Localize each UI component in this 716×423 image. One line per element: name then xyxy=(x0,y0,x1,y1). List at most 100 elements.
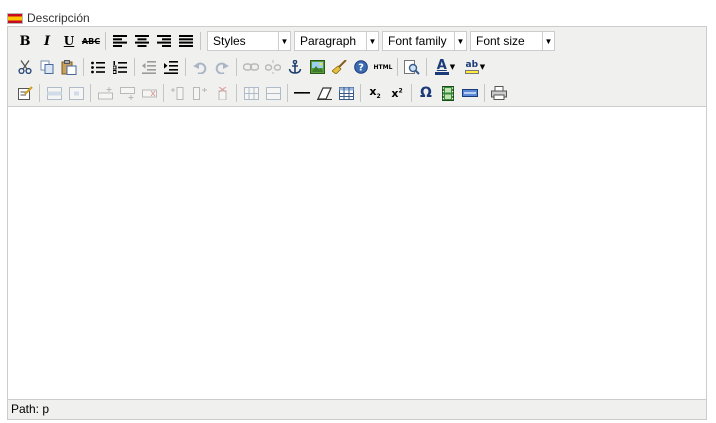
cut-button[interactable] xyxy=(15,57,35,77)
styles-select[interactable]: Styles ▼ xyxy=(207,31,291,51)
horizontal-rule-button[interactable] xyxy=(292,83,312,103)
preview-icon xyxy=(404,59,420,75)
insert-col-before-button[interactable] xyxy=(168,83,188,103)
subscript-button[interactable]: x2 xyxy=(365,83,385,103)
table-icon xyxy=(338,86,354,100)
spain-flag-icon xyxy=(7,12,23,24)
toolbar-separator xyxy=(236,84,237,102)
insert-row-after-button[interactable] xyxy=(117,83,137,103)
toolbar-separator xyxy=(411,84,412,102)
highlight-color-icon: ab xyxy=(464,60,479,74)
anchor-button[interactable] xyxy=(285,57,305,77)
font-color-button[interactable]: A ▼ xyxy=(431,57,459,77)
rich-text-editor: B I U ABC Styles ▼ Paragraph ▼ Font fami… xyxy=(7,26,707,420)
undo-icon xyxy=(193,62,207,74)
align-justify-icon xyxy=(179,35,193,47)
redo-button[interactable] xyxy=(212,57,232,77)
chevron-down-icon: ▼ xyxy=(449,63,456,71)
split-cells-button[interactable] xyxy=(241,83,261,103)
numbered-list-button[interactable] xyxy=(110,57,130,77)
format-select[interactable]: Paragraph ▼ xyxy=(294,31,379,51)
table-cell-icon xyxy=(68,86,84,100)
align-left-button[interactable] xyxy=(110,31,130,51)
align-justify-button[interactable] xyxy=(176,31,196,51)
toolbar-separator xyxy=(397,58,398,76)
field-label: Descripción xyxy=(7,10,90,26)
delete-col-button[interactable] xyxy=(212,83,232,103)
html-source-button[interactable]: HTML xyxy=(373,57,393,77)
undo-button[interactable] xyxy=(190,57,210,77)
insert-col-after-button[interactable] xyxy=(190,83,210,103)
help-button[interactable]: ? xyxy=(351,57,371,77)
link-button[interactable] xyxy=(241,57,261,77)
align-left-icon xyxy=(113,35,127,47)
field-label-text: Descripción xyxy=(27,11,90,25)
row-after-icon xyxy=(119,86,135,100)
split-cells-icon xyxy=(243,86,259,100)
copy-button[interactable] xyxy=(37,57,57,77)
help-icon: ? xyxy=(354,60,368,74)
remove-format-button[interactable] xyxy=(314,83,334,103)
insert-table-button[interactable] xyxy=(336,83,356,103)
superscript-button[interactable]: x2 xyxy=(387,83,407,103)
preview-button[interactable] xyxy=(402,57,422,77)
align-center-icon xyxy=(135,35,149,47)
edit-button[interactable] xyxy=(15,83,35,103)
copy-icon xyxy=(40,60,54,74)
font-size-select-value: Font size xyxy=(476,34,525,48)
font-family-select-value: Font family xyxy=(388,34,447,48)
delete-col-icon xyxy=(218,86,226,100)
chevron-down-icon: ▼ xyxy=(454,32,466,50)
underline-button[interactable]: U xyxy=(59,31,79,51)
col-after-icon xyxy=(192,86,207,100)
indent-button[interactable] xyxy=(161,57,181,77)
bold-button[interactable]: B xyxy=(15,31,35,51)
cleanup-button[interactable] xyxy=(329,57,349,77)
merge-cells-button[interactable] xyxy=(263,83,283,103)
special-char-button[interactable]: Ω xyxy=(416,83,436,103)
eraser-icon xyxy=(316,86,332,100)
align-right-button[interactable] xyxy=(154,31,174,51)
toolbar-separator xyxy=(83,58,84,76)
insert-row-before-button[interactable] xyxy=(95,83,115,103)
chevron-down-icon: ▼ xyxy=(479,63,486,71)
toolbar-separator xyxy=(484,84,485,102)
editor-content-area[interactable] xyxy=(8,106,706,400)
status-bar: Path: p xyxy=(8,399,709,419)
image-button[interactable] xyxy=(307,57,327,77)
edit-icon xyxy=(17,86,33,100)
table-row-props-button[interactable] xyxy=(44,83,64,103)
chevron-down-icon: ▼ xyxy=(366,32,378,50)
font-size-select[interactable]: Font size ▼ xyxy=(470,31,555,51)
pagebreak-button[interactable] xyxy=(460,83,480,103)
numbered-list-icon xyxy=(113,60,127,74)
delete-row-button[interactable] xyxy=(139,83,159,103)
subscript-icon: x2 xyxy=(369,85,381,101)
media-button[interactable] xyxy=(438,83,458,103)
outdent-button[interactable] xyxy=(139,57,159,77)
unlink-icon xyxy=(265,60,281,74)
font-family-select[interactable]: Font family ▼ xyxy=(382,31,467,51)
anchor-icon xyxy=(288,60,302,74)
bullet-list-button[interactable] xyxy=(88,57,108,77)
toolbar-row-3: x2 x2 Ω xyxy=(8,80,510,106)
highlight-color-button[interactable]: ab ▼ xyxy=(461,57,489,77)
chevron-down-icon: ▼ xyxy=(542,32,554,50)
strikethrough-button[interactable]: ABC xyxy=(81,31,101,51)
omega-icon: Ω xyxy=(420,85,432,101)
svg-text:?: ? xyxy=(358,63,364,74)
table-row-icon xyxy=(46,86,62,100)
unlink-button[interactable] xyxy=(263,57,283,77)
toolbar-separator xyxy=(134,58,135,76)
row-before-icon xyxy=(97,86,113,99)
col-before-icon xyxy=(170,86,183,100)
bullet-list-icon xyxy=(91,61,105,73)
toolbar-separator xyxy=(200,32,201,50)
italic-button[interactable]: I xyxy=(37,31,57,51)
align-center-button[interactable] xyxy=(132,31,152,51)
broom-icon xyxy=(331,60,347,74)
table-cell-props-button[interactable] xyxy=(66,83,86,103)
print-button[interactable] xyxy=(489,83,509,103)
paste-button[interactable] xyxy=(59,57,79,77)
toolbar-row-1: B I U ABC Styles ▼ Paragraph ▼ Font fami… xyxy=(8,28,555,54)
